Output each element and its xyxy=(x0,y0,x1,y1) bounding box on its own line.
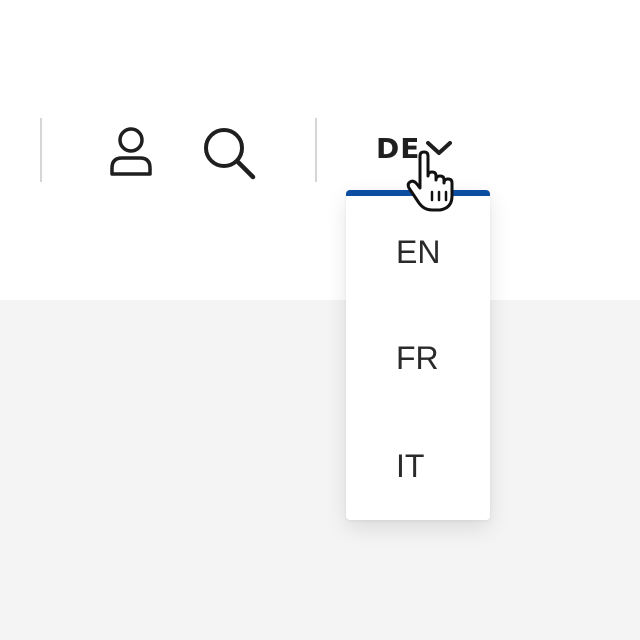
search-button[interactable] xyxy=(200,124,258,182)
search-icon xyxy=(204,128,256,180)
language-selector[interactable]: DE xyxy=(376,130,454,166)
language-option-label: IT xyxy=(396,447,425,484)
header-divider-right xyxy=(315,118,317,182)
user-icon xyxy=(110,127,152,176)
dropdown-accent-bar xyxy=(346,190,490,196)
account-button[interactable] xyxy=(106,124,156,180)
language-dropdown: EN FR IT xyxy=(346,190,490,520)
language-option-label: EN xyxy=(396,233,441,270)
language-option-it[interactable]: IT xyxy=(346,436,490,496)
site-header: DE xyxy=(0,0,640,300)
page-content-area xyxy=(0,300,640,640)
language-option-fr[interactable]: FR xyxy=(346,328,490,388)
language-option-en[interactable]: EN xyxy=(346,222,490,282)
chevron-down-icon xyxy=(426,141,453,155)
language-option-label: FR xyxy=(396,339,439,376)
current-language: DE xyxy=(376,131,421,165)
header-divider-left xyxy=(40,118,42,182)
